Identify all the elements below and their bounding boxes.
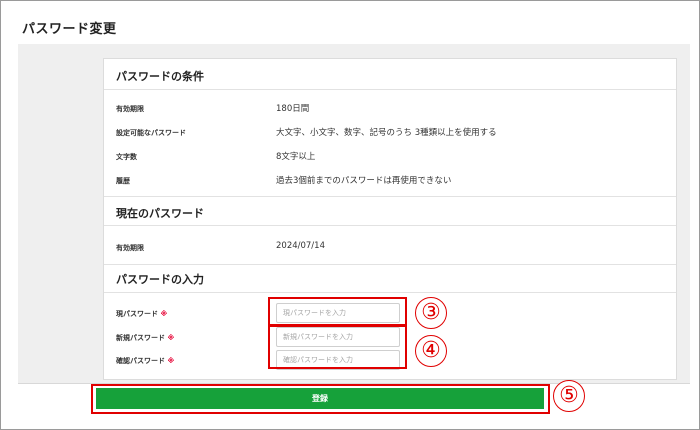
condition-label-expiry: 有効期限: [116, 105, 144, 113]
page-title: パスワード変更: [22, 22, 117, 37]
annotation-number-3: ③: [415, 297, 447, 329]
current-expiry-value: 2024/07/14: [276, 241, 325, 251]
condition-value-history: 過去3個前までのパスワードは再使用できない: [276, 176, 452, 186]
condition-label-length: 文字数: [116, 153, 137, 161]
annotation-number-4: ④: [415, 335, 447, 367]
current-expiry-label: 有効期限: [116, 244, 144, 252]
register-button[interactable]: 登録: [96, 388, 544, 409]
current-password-label: 現パスワード ※: [116, 310, 168, 318]
divider: [104, 264, 676, 265]
condition-value-length: 8文字以上: [276, 152, 316, 162]
divider: [104, 225, 676, 226]
conditions-title: パスワードの条件: [116, 70, 204, 83]
current-password-title: 現在のパスワード: [116, 207, 204, 220]
condition-value-allowed: 大文字、小文字、数字、記号のうち 3種類以上を使用する: [276, 128, 497, 138]
condition-label-allowed: 設定可能なパスワード: [116, 129, 186, 137]
divider: [104, 196, 676, 197]
new-password-label: 新規パスワード ※: [116, 334, 175, 342]
divider: [104, 89, 676, 90]
required-mark: ※: [160, 310, 168, 318]
divider: [104, 292, 676, 293]
condition-label-history: 履歴: [116, 177, 130, 185]
required-mark: ※: [167, 357, 175, 365]
password-input-title: パスワードの入力: [116, 273, 204, 286]
confirm-password-label: 確認パスワード ※: [116, 357, 175, 365]
annotation-number-5: ⑤: [553, 380, 585, 412]
condition-value-expiry: 180日間: [276, 104, 310, 114]
annotation-box-current-password: [268, 297, 407, 327]
required-mark: ※: [167, 334, 175, 342]
annotation-box-new-password: [268, 324, 407, 369]
